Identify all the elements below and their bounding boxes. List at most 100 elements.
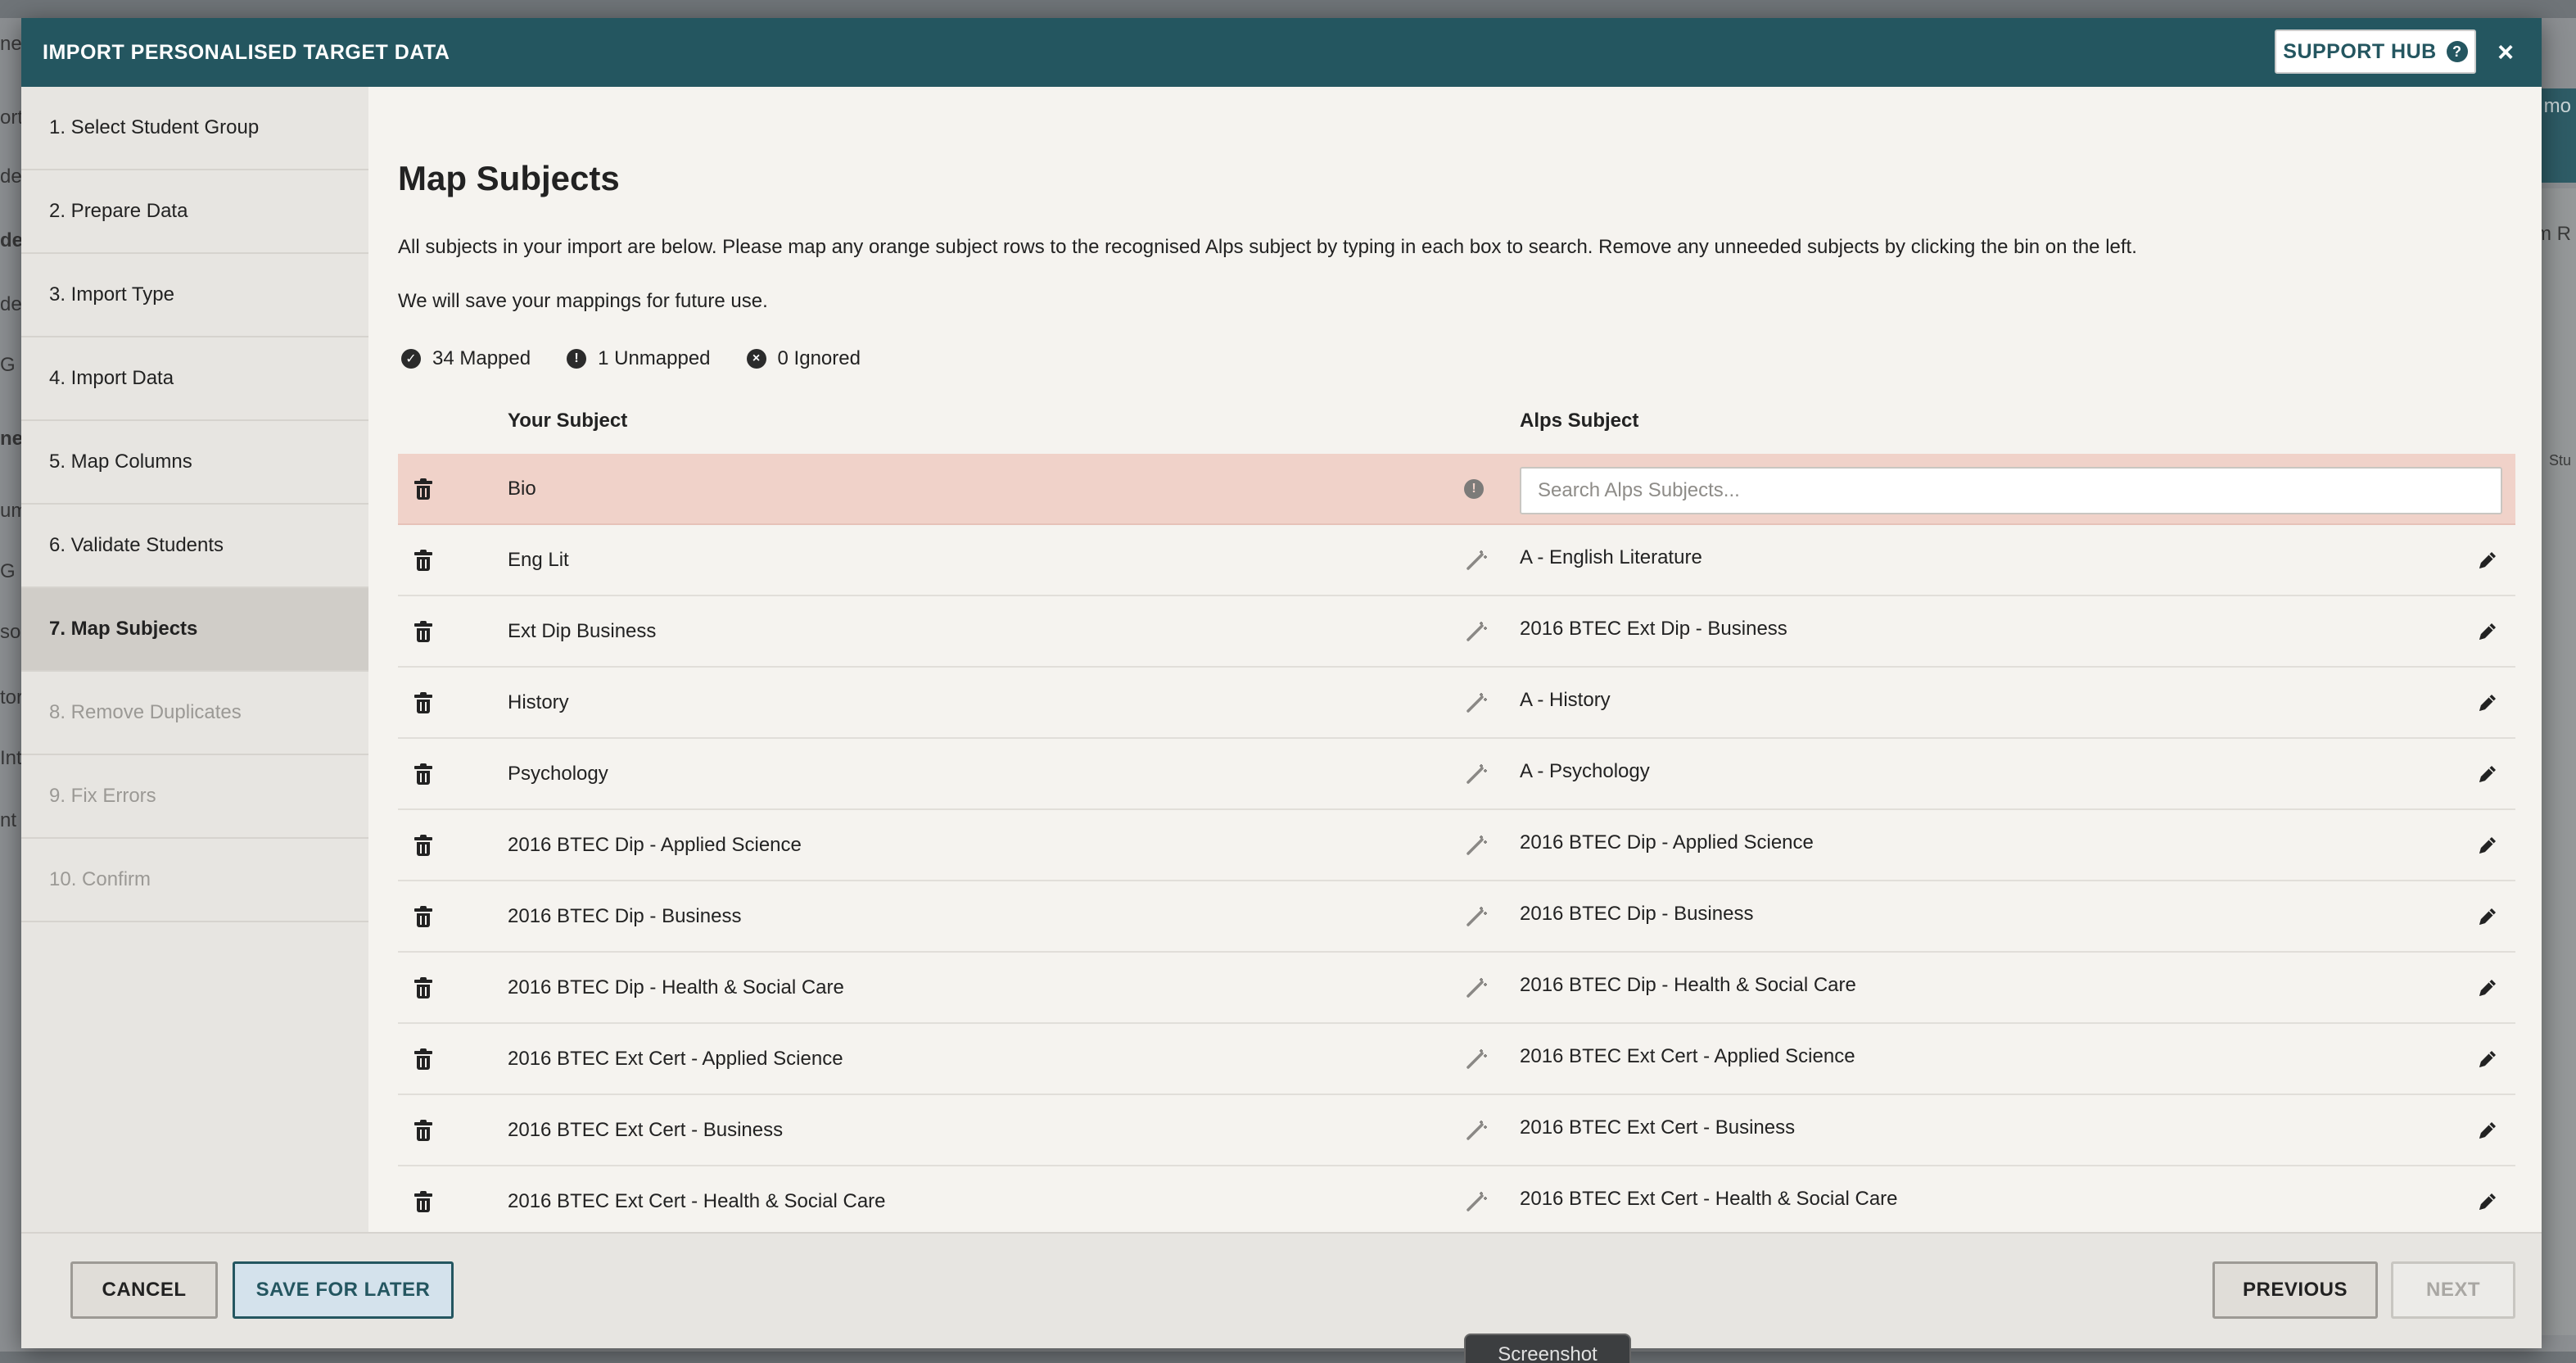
- trash-icon[interactable]: [414, 1048, 432, 1070]
- table-row: 2016 BTEC Dip - Business 2016 BTEC Dip - …: [398, 881, 2515, 953]
- pencil-edit-icon[interactable]: [2474, 832, 2501, 858]
- your-subject-cell: Psychology: [508, 763, 608, 785]
- trash-icon[interactable]: [414, 977, 432, 998]
- magic-wand-icon: [1464, 833, 1489, 858]
- pencil-edit-icon[interactable]: [2474, 1117, 2501, 1143]
- step-select-student-group[interactable]: 1. Select Student Group: [21, 87, 368, 170]
- subject-mapping-table: Bio! Eng Lit A - English Literature Ext Dip…: [398, 454, 2515, 1232]
- your-subject-cell: 2016 BTEC Dip - Health & Social Care: [508, 976, 844, 998]
- trash-icon[interactable]: [414, 906, 432, 927]
- your-subject-cell: History: [508, 691, 569, 713]
- stat-ignored: × 0 Ignored: [746, 347, 861, 370]
- alps-subject-cell: 2016 BTEC Dip - Business: [1520, 903, 1754, 925]
- step-prepare-data[interactable]: 2. Prepare Data: [21, 170, 368, 254]
- alps-subject-search-input[interactable]: [1520, 467, 2502, 514]
- alps-subject-cell: A - History: [1520, 689, 1611, 711]
- background-text: so: [0, 621, 21, 643]
- magic-wand-icon: [1464, 762, 1489, 786]
- import-modal: IMPORT PERSONALISED TARGET DATA SUPPORT …: [21, 18, 2542, 1348]
- modal-title: IMPORT PERSONALISED TARGET DATA: [43, 40, 450, 64]
- step-map-columns[interactable]: 5. Map Columns: [21, 421, 368, 505]
- background-text: ne: [0, 428, 24, 450]
- step-validate-students[interactable]: 6. Validate Students: [21, 505, 368, 588]
- trash-icon[interactable]: [414, 692, 432, 713]
- pencil-edit-icon[interactable]: [2474, 903, 2501, 930]
- trash-icon[interactable]: [414, 835, 432, 856]
- your-subject-cell: Bio: [508, 478, 536, 500]
- cancel-button[interactable]: CANCEL: [70, 1261, 218, 1319]
- pencil-edit-icon[interactable]: [2474, 1189, 2501, 1215]
- close-icon[interactable]: ×: [2489, 36, 2522, 69]
- magic-wand-icon: [1464, 976, 1489, 1000]
- trash-icon[interactable]: [414, 1120, 432, 1141]
- step-fix-errors: 9. Fix Errors: [21, 755, 368, 839]
- background-bottom-bar: [0, 1352, 2576, 1363]
- background-text: Int: [0, 747, 22, 769]
- support-hub-label: SUPPORT HUB: [2283, 39, 2437, 63]
- magic-wand-icon: [1464, 1047, 1489, 1071]
- mapping-stats: ✓ 34 Mapped ! 1 Unmapped × 0 Ignored: [401, 347, 861, 370]
- table-header: Your Subject Alps Subject: [398, 398, 2515, 439]
- alps-subject-cell: A - English Literature: [1520, 546, 1702, 568]
- magic-wand-icon: [1464, 1189, 1489, 1214]
- next-button: NEXT: [2391, 1261, 2515, 1319]
- trash-icon[interactable]: [414, 763, 432, 785]
- screenshot-tab[interactable]: Screenshot: [1464, 1334, 1631, 1363]
- background-text: ort: [0, 106, 24, 129]
- trash-icon[interactable]: [414, 621, 432, 642]
- main-content: Map Subjects All subjects in your import…: [368, 87, 2542, 1232]
- your-subject-cell: 2016 BTEC Ext Cert - Business: [508, 1119, 784, 1141]
- step-remove-duplicates: 8. Remove Duplicates: [21, 672, 368, 755]
- pencil-edit-icon[interactable]: [2474, 618, 2501, 645]
- pencil-edit-icon[interactable]: [2474, 547, 2501, 573]
- help-icon: ?: [2446, 41, 2468, 62]
- table-row: 2016 BTEC Dip - Health & Social Care 2016…: [398, 953, 2515, 1024]
- background-text: de: [0, 293, 22, 315]
- table-row: Bio!: [398, 454, 2515, 525]
- background-text: ne: [0, 33, 22, 55]
- pencil-edit-icon[interactable]: [2474, 690, 2501, 716]
- alps-subject-cell: 2016 BTEC Ext Cert - Business: [1520, 1116, 1796, 1139]
- previous-button[interactable]: PREVIOUS: [2212, 1261, 2378, 1319]
- instructions-text: All subjects in your import are below. P…: [398, 236, 2137, 258]
- page-title: Map Subjects: [398, 159, 620, 197]
- wizard-steps: 1. Select Student Group 2. Prepare Data …: [21, 87, 368, 1232]
- background-text: tor: [0, 686, 24, 709]
- magic-wand-icon: [1464, 1118, 1489, 1143]
- save-note-text: We will save your mappings for future us…: [398, 290, 768, 312]
- trash-icon[interactable]: [414, 1191, 432, 1212]
- stat-unmapped: ! 1 Unmapped: [567, 347, 711, 370]
- pencil-edit-icon[interactable]: [2474, 761, 2501, 787]
- alps-subject-cell: 2016 BTEC Ext Cert - Health & Social Car…: [1520, 1188, 1898, 1210]
- your-subject-cell: Eng Lit: [508, 549, 569, 571]
- column-header-your-subject: Your Subject: [508, 410, 628, 432]
- column-header-alps-subject: Alps Subject: [1520, 410, 1639, 432]
- modal-footer: CANCEL SAVE FOR LATER PREVIOUS NEXT: [21, 1232, 2542, 1348]
- step-map-subjects[interactable]: 7. Map Subjects: [21, 588, 368, 672]
- table-row: 2016 BTEC Dip - Applied Science 2016 BTEC…: [398, 810, 2515, 881]
- table-row: 2016 BTEC Ext Cert - Business 2016 BTEC E…: [398, 1095, 2515, 1166]
- alps-subject-cell: 2016 BTEC Dip - Applied Science: [1520, 831, 1814, 854]
- table-row: Psychology A - Psychology: [398, 739, 2515, 810]
- support-hub-button[interactable]: SUPPORT HUB ?: [2275, 29, 2476, 74]
- table-row: History A - History: [398, 668, 2515, 739]
- modal-header: IMPORT PERSONALISED TARGET DATA SUPPORT …: [21, 18, 2542, 87]
- trash-icon[interactable]: [414, 478, 432, 500]
- x-circle-icon: ×: [746, 349, 766, 369]
- pencil-edit-icon[interactable]: [2474, 1046, 2501, 1072]
- magic-wand-icon: [1464, 904, 1489, 929]
- magic-wand-icon: [1464, 548, 1489, 573]
- step-import-data[interactable]: 4. Import Data: [21, 337, 368, 421]
- background-text: Stu: [2548, 452, 2571, 469]
- save-for-later-button[interactable]: SAVE FOR LATER: [233, 1261, 454, 1319]
- your-subject-cell: 2016 BTEC Dip - Applied Science: [508, 834, 802, 856]
- trash-icon[interactable]: [414, 550, 432, 571]
- pencil-edit-icon[interactable]: [2474, 975, 2501, 1001]
- stat-mapped: ✓ 34 Mapped: [401, 347, 531, 370]
- step-import-type[interactable]: 3. Import Type: [21, 254, 368, 337]
- alps-subject-cell: 2016 BTEC Ext Cert - Applied Science: [1520, 1045, 1855, 1067]
- background-text: G: [0, 560, 16, 582]
- your-subject-cell: Ext Dip Business: [508, 620, 657, 642]
- table-row: 2016 BTEC Ext Cert - Applied Science 2016…: [398, 1024, 2515, 1095]
- your-subject-cell: 2016 BTEC Ext Cert - Applied Science: [508, 1048, 843, 1070]
